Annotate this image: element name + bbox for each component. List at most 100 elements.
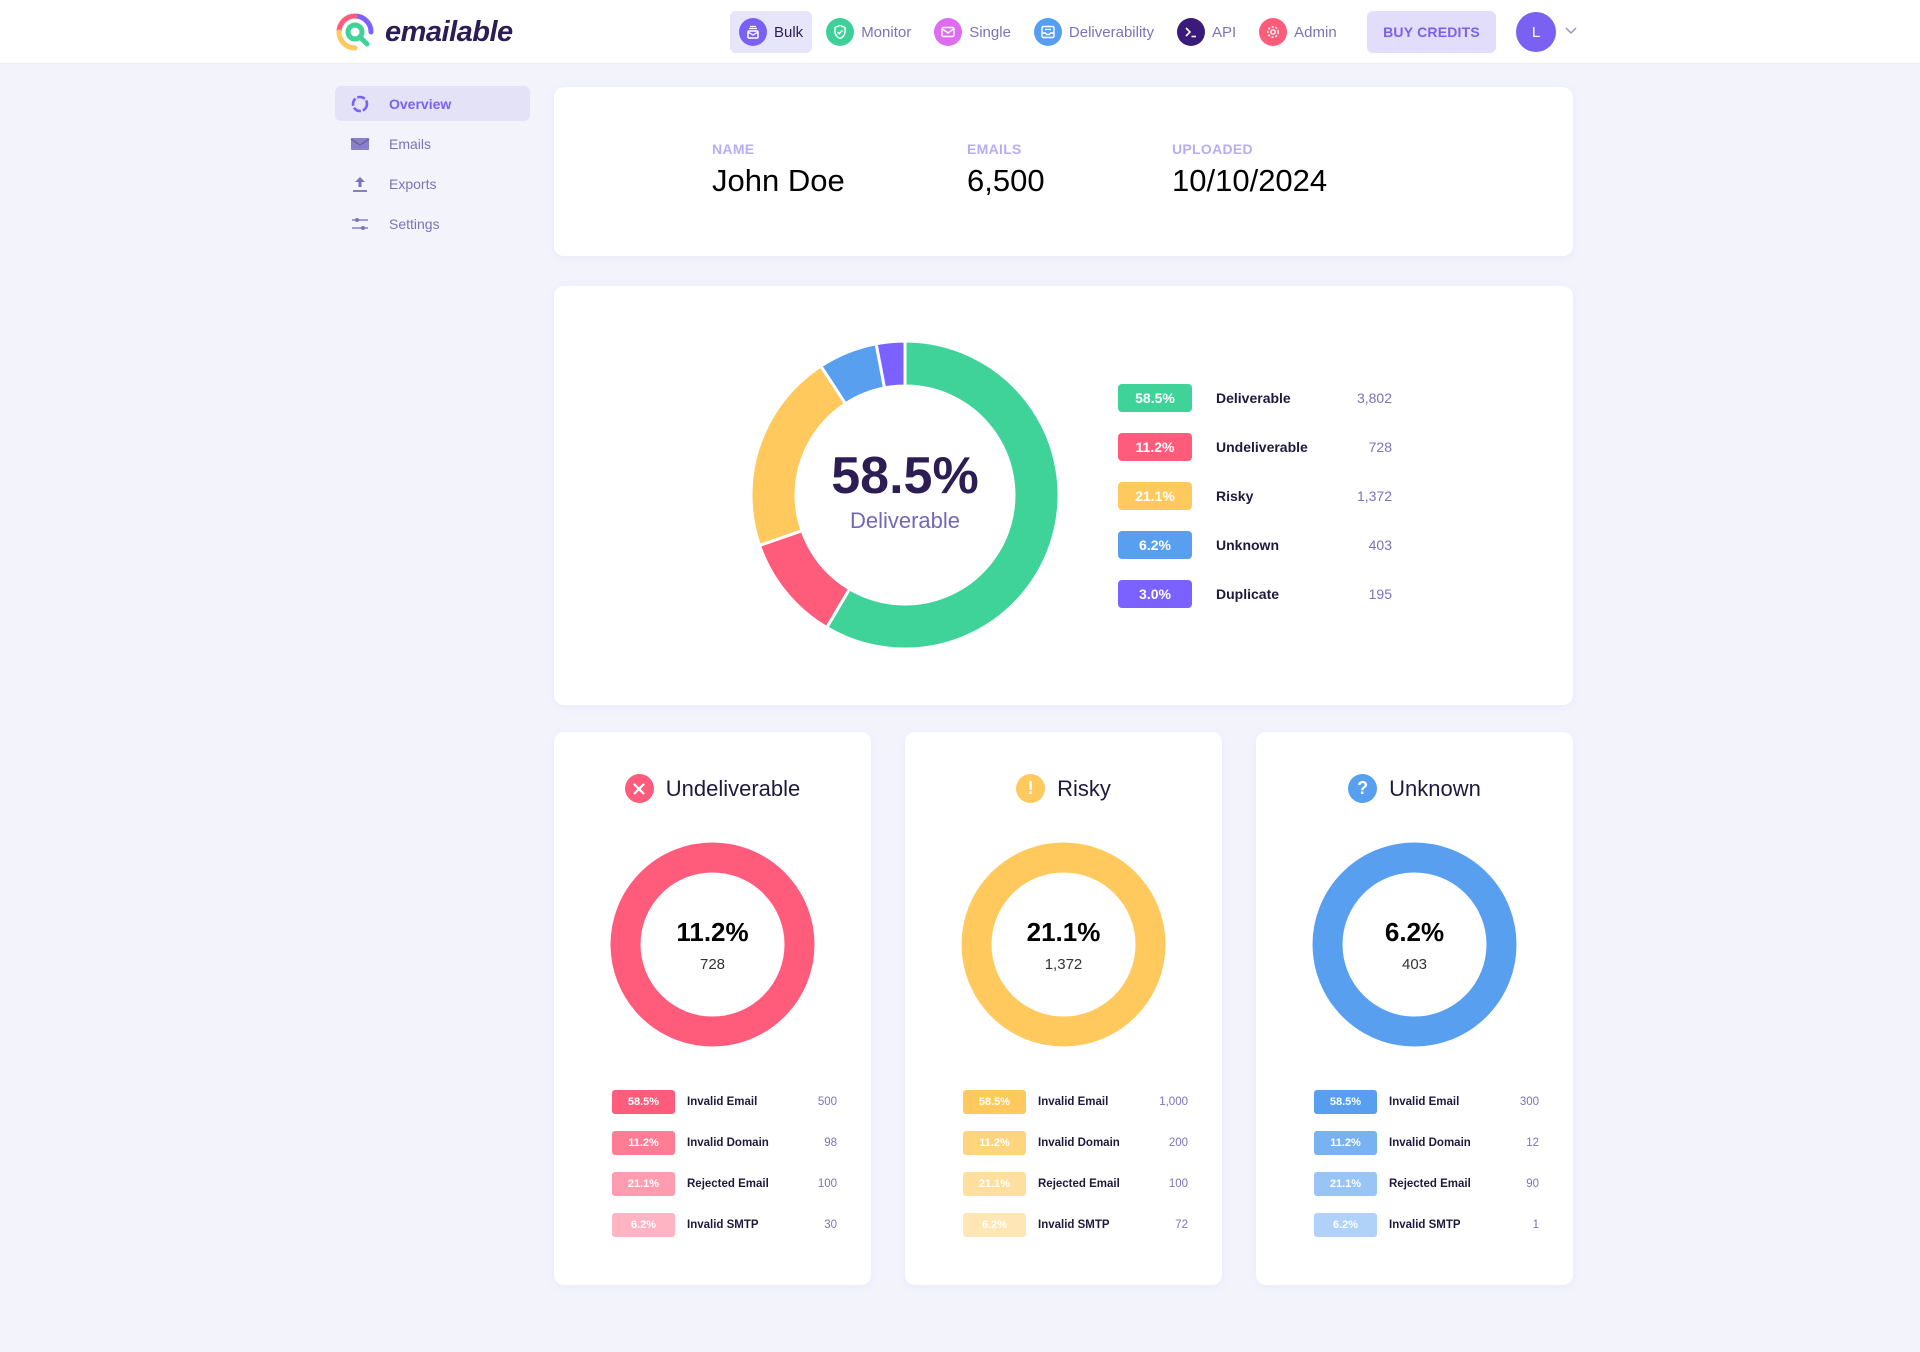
main-nav: Bulk Monitor Single Deliverability API A… <box>730 11 1351 53</box>
breakdown-name: Invalid Domain <box>1038 1137 1120 1149</box>
breakdown-count: 200 <box>1168 1137 1188 1149</box>
envelope-icon <box>934 18 963 46</box>
breakdown-badge: 6.2% <box>963 1213 1026 1237</box>
nav-api-label: API <box>1211 23 1237 41</box>
info-name: NAME John Doe <box>712 141 845 199</box>
legend-row-deliverable: 58.5% Deliverable 3,802 <box>1118 383 1392 412</box>
breakdown-badge: 11.2% <box>963 1131 1026 1155</box>
breakdown-name: Invalid SMTP <box>1038 1219 1110 1231</box>
sub-title-label: Risky <box>1057 775 1111 801</box>
nav-monitor-label: Monitor <box>861 23 912 41</box>
breakdown-row: 58.5% Invalid Email 500 <box>612 1090 837 1114</box>
sidebar-item-exports[interactable]: Exports <box>335 166 530 201</box>
breakdown-row: 6.2% Invalid SMTP 30 <box>612 1213 837 1237</box>
breakdown-name: Invalid Email <box>1389 1096 1460 1108</box>
risky-title: ! Risky <box>905 774 1222 803</box>
sidebar-item-emails[interactable]: Emails <box>335 126 530 161</box>
legend-name: Unknown <box>1216 536 1279 553</box>
breakdown-name: Invalid Domain <box>687 1137 769 1149</box>
sub-percent: 21.1% <box>1026 916 1101 947</box>
nav-bulk-label: Bulk <box>774 23 804 41</box>
breakdown-row: 21.1% Rejected Email 100 <box>963 1172 1188 1196</box>
legend-name: Undeliverable <box>1216 438 1308 455</box>
top-header: emailable Bulk Monitor Single Deliverabi… <box>0 0 1920 64</box>
breakdown-name: Invalid Domain <box>1389 1137 1471 1149</box>
undeliverable-breakdown: 58.5% Invalid Email 500 11.2% Invalid Domai… <box>612 1090 837 1254</box>
unknown-title: ? Unknown <box>1256 774 1573 803</box>
breakdown-count: 90 <box>1526 1178 1539 1190</box>
donut-slice-undeliverable[interactable] <box>757 528 852 630</box>
breakdown-count: 12 <box>1526 1137 1539 1149</box>
nav-bulk[interactable]: Bulk <box>730 11 813 53</box>
breakdown-row: 6.2% Invalid SMTP 1 <box>1314 1213 1539 1237</box>
breakdown-count: 72 <box>1175 1219 1188 1231</box>
nav-single[interactable]: Single <box>925 11 1020 53</box>
breakdown-count: 100 <box>1168 1178 1188 1190</box>
nav-monitor[interactable]: Monitor <box>817 11 920 53</box>
summary-legend: 58.5% Deliverable 3,802 11.2% Undelivera… <box>1118 383 1392 628</box>
user-avatar[interactable]: L <box>1516 12 1556 52</box>
gear-icon <box>1259 18 1288 46</box>
legend-row-undeliverable: 11.2% Undeliverable 728 <box>1118 432 1392 461</box>
legend-badge: 3.0% <box>1118 579 1192 608</box>
breakdown-name: Invalid SMTP <box>1389 1219 1461 1231</box>
shield-check-icon <box>826 18 855 46</box>
buy-credits-button[interactable]: BUY CREDITS <box>1367 11 1496 53</box>
unknown-breakdown: 58.5% Invalid Email 300 11.2% Invalid Domai… <box>1314 1090 1539 1254</box>
sidebar-item-label: Settings <box>389 215 440 232</box>
legend-count: 1,372 <box>1356 487 1392 504</box>
logo-icon <box>336 13 374 51</box>
sidebar-item-overview[interactable]: Overview <box>335 86 530 121</box>
sub-donut-center: 6.2% 403 <box>1312 842 1517 1047</box>
legend-badge: 58.5% <box>1118 383 1192 412</box>
info-uploaded: UPLOADED 10/10/2024 <box>1172 141 1327 199</box>
nav-deliverability-label: Deliverability <box>1068 23 1154 41</box>
inbox-icon <box>1033 18 1062 46</box>
summary-donut-chart <box>749 339 1061 651</box>
sidebar: Overview Emails Exports Settings <box>335 86 530 246</box>
nav-deliverability[interactable]: Deliverability <box>1025 11 1163 53</box>
nav-admin-label: Admin <box>1294 23 1337 41</box>
sidebar-item-label: Overview <box>389 95 452 112</box>
donut-slice-risky[interactable] <box>749 363 848 548</box>
list-info-card: NAME John Doe EMAILS 6,500 UPLOADED 10/1… <box>554 87 1573 256</box>
breakdown-row: 21.1% Rejected Email 100 <box>612 1172 837 1196</box>
breakdown-badge: 11.2% <box>1314 1131 1377 1155</box>
nav-admin[interactable]: Admin <box>1250 11 1346 53</box>
breakdown-count: 100 <box>817 1178 837 1190</box>
nav-api[interactable]: API <box>1168 11 1245 53</box>
exclamation-circle-icon: ! <box>1016 774 1046 803</box>
brand-logo[interactable]: emailable <box>335 12 513 52</box>
undeliverable-title: Undeliverable <box>554 774 871 803</box>
sub-donut-center: 11.2% 728 <box>610 842 815 1047</box>
terminal-icon <box>1176 18 1205 46</box>
breakdown-name: Invalid Email <box>1038 1096 1109 1108</box>
sidebar-item-settings[interactable]: Settings <box>335 206 530 241</box>
breakdown-count: 500 <box>817 1096 837 1108</box>
breakdown-name: Rejected Email <box>1389 1178 1471 1190</box>
x-circle-icon <box>624 774 654 803</box>
donut-icon <box>350 94 370 114</box>
risky-breakdown: 58.5% Invalid Email 1,000 11.2% Invalid Dom… <box>963 1090 1188 1254</box>
breakdown-count: 300 <box>1519 1096 1539 1108</box>
emails-value: 6,500 <box>967 163 1045 198</box>
breakdown-count: 1,000 <box>1159 1096 1188 1108</box>
breakdown-row: 58.5% Invalid Email 1,000 <box>963 1090 1188 1114</box>
chevron-down-icon[interactable] <box>1563 22 1579 38</box>
legend-name: Deliverable <box>1216 389 1291 406</box>
info-emails: EMAILS 6,500 <box>967 141 1045 199</box>
breakdown-badge: 58.5% <box>963 1090 1026 1114</box>
breakdown-count: 1 <box>1532 1219 1539 1231</box>
legend-badge: 11.2% <box>1118 432 1192 461</box>
breakdown-badge: 58.5% <box>1314 1090 1377 1114</box>
breakdown-name: Invalid SMTP <box>687 1219 759 1231</box>
summary-card: 58.5% Deliverable 58.5% Deliverable 3,80… <box>554 286 1573 705</box>
sub-count: 403 <box>1401 955 1428 973</box>
breakdown-row: 58.5% Invalid Email 300 <box>1314 1090 1539 1114</box>
breakdown-count: 30 <box>824 1219 837 1231</box>
breakdown-row: 6.2% Invalid SMTP 72 <box>963 1213 1188 1237</box>
upload-icon <box>350 174 370 194</box>
breakdown-badge: 21.1% <box>612 1172 675 1196</box>
unknown-card: ? Unknown 6.2% 403 58.5% Invalid Email 300… <box>1256 732 1573 1285</box>
breakdown-badge: 58.5% <box>612 1090 675 1114</box>
